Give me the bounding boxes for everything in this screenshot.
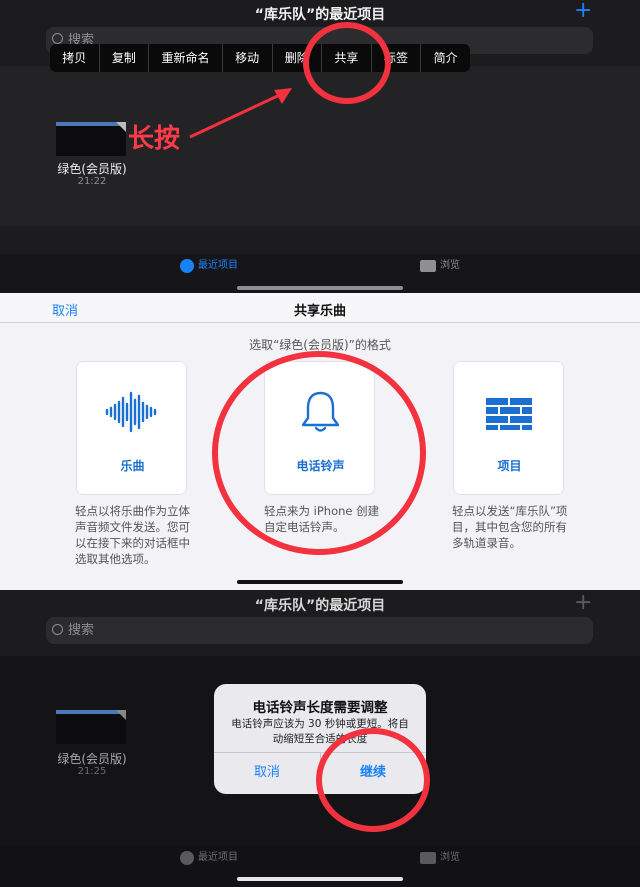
context-menu: 拷贝 复制 重新命名 移动 删除 共享 标签 简介 xyxy=(50,44,470,72)
option-ringtone-desc: 轻点来为 iPhone 创建自定电话铃声。 xyxy=(264,504,380,534)
search-icon xyxy=(52,624,63,635)
project-name: 绿色(会员版) xyxy=(57,752,127,766)
waveform-icon xyxy=(105,391,157,433)
option-project[interactable]: 项目 xyxy=(453,361,564,495)
menu-item-rename[interactable]: 重新命名 xyxy=(149,44,223,72)
menu-item-copy[interactable]: 拷贝 xyxy=(50,44,100,72)
panel-alert: “库乐队”的最近项目 + 搜索 绿色(会员版) 21:25 电话铃声长度需要调整… xyxy=(0,590,640,887)
menu-item-tags[interactable]: 标签 xyxy=(372,44,422,72)
tab-browse-label: 浏览 xyxy=(440,852,460,863)
clock-icon xyxy=(180,259,194,273)
annotation-arrow-icon xyxy=(189,88,292,139)
tab-browse[interactable]: 浏览 xyxy=(420,850,460,866)
panel-share-sheet: 共享乐曲 取消 选取“绿色(会员版)”的格式 乐曲 电话铃声 项目 轻点以将乐曲… xyxy=(0,293,640,590)
tab-recent-label: 最近项目 xyxy=(198,260,238,271)
alert-message: 电话铃声应该为 30 秒钟或更短。将自动缩短至合适的长度 xyxy=(231,718,409,745)
menu-item-info[interactable]: 简介 xyxy=(421,44,470,72)
alert-cancel-button[interactable]: 取消 xyxy=(214,752,320,794)
page-corner-icon xyxy=(116,122,126,132)
tab-recent[interactable]: 最近项目 xyxy=(180,258,238,274)
project-thumbnail[interactable] xyxy=(56,710,126,744)
clock-icon xyxy=(180,851,194,865)
menu-item-move[interactable]: 移动 xyxy=(223,44,273,72)
alert-title: 电话铃声长度需要调整 xyxy=(252,700,388,716)
home-indicator[interactable] xyxy=(237,877,403,881)
page-title: “库乐队”的最近项目 xyxy=(254,598,386,614)
sheet-title: 共享乐曲 xyxy=(293,304,346,319)
panel-context-menu: “库乐队”的最近项目 + 搜索 拷贝 复制 重新命名 移动 删除 共享 标签 简… xyxy=(0,0,640,293)
cancel-button[interactable]: 取消 xyxy=(52,300,78,319)
option-song-desc: 轻点以将乐曲作为立体声音频文件发送。您可以在接下来的对话框中选取其他选项。 xyxy=(75,504,190,566)
option-project-label: 项目 xyxy=(497,459,522,473)
tab-browse[interactable]: 浏览 xyxy=(420,258,460,274)
option-project-desc: 轻点以发送“库乐队”项目，其中包含您的所有多轨道录音。 xyxy=(452,504,568,550)
menu-item-share[interactable]: 共享 xyxy=(322,44,372,72)
menu-item-duplicate[interactable]: 复制 xyxy=(100,44,150,72)
tab-browse-label: 浏览 xyxy=(440,260,460,271)
plus-icon[interactable]: + xyxy=(574,0,592,23)
bell-icon xyxy=(301,391,340,432)
folder-icon xyxy=(420,260,436,272)
project-time: 21:22 xyxy=(77,176,107,187)
page-title: “库乐队”的最近项目 xyxy=(254,7,386,23)
project-thumbnail[interactable] xyxy=(56,122,126,156)
option-ringtone-label: 电话铃声 xyxy=(296,459,345,473)
folder-icon xyxy=(420,852,436,864)
option-song[interactable]: 乐曲 xyxy=(76,361,187,495)
project-time: 21:25 xyxy=(77,766,107,777)
bricks-icon xyxy=(486,398,532,430)
plus-icon[interactable]: + xyxy=(574,590,592,615)
sheet-subtitle: 选取“绿色(会员版)”的格式 xyxy=(249,338,391,352)
tab-recent[interactable]: 最近项目 xyxy=(180,850,238,866)
option-ringtone[interactable]: 电话铃声 xyxy=(264,361,375,495)
home-indicator[interactable] xyxy=(237,580,403,584)
page-corner-icon xyxy=(116,710,126,720)
annotation-longpress: 长按 xyxy=(128,124,181,154)
option-song-label: 乐曲 xyxy=(120,459,145,473)
menu-item-delete[interactable]: 删除 xyxy=(273,44,323,72)
search-icon xyxy=(52,33,63,44)
alert-dialog: 电话铃声长度需要调整 电话铃声应该为 30 秒钟或更短。将自动缩短至合适的长度 … xyxy=(214,684,426,794)
home-indicator[interactable] xyxy=(237,286,403,290)
search-input[interactable]: 搜索 xyxy=(46,617,593,644)
project-name: 绿色(会员版) xyxy=(57,162,127,176)
tab-recent-label: 最近项目 xyxy=(198,852,238,863)
alert-continue-button[interactable]: 继续 xyxy=(320,752,426,794)
search-placeholder: 搜索 xyxy=(68,623,95,638)
